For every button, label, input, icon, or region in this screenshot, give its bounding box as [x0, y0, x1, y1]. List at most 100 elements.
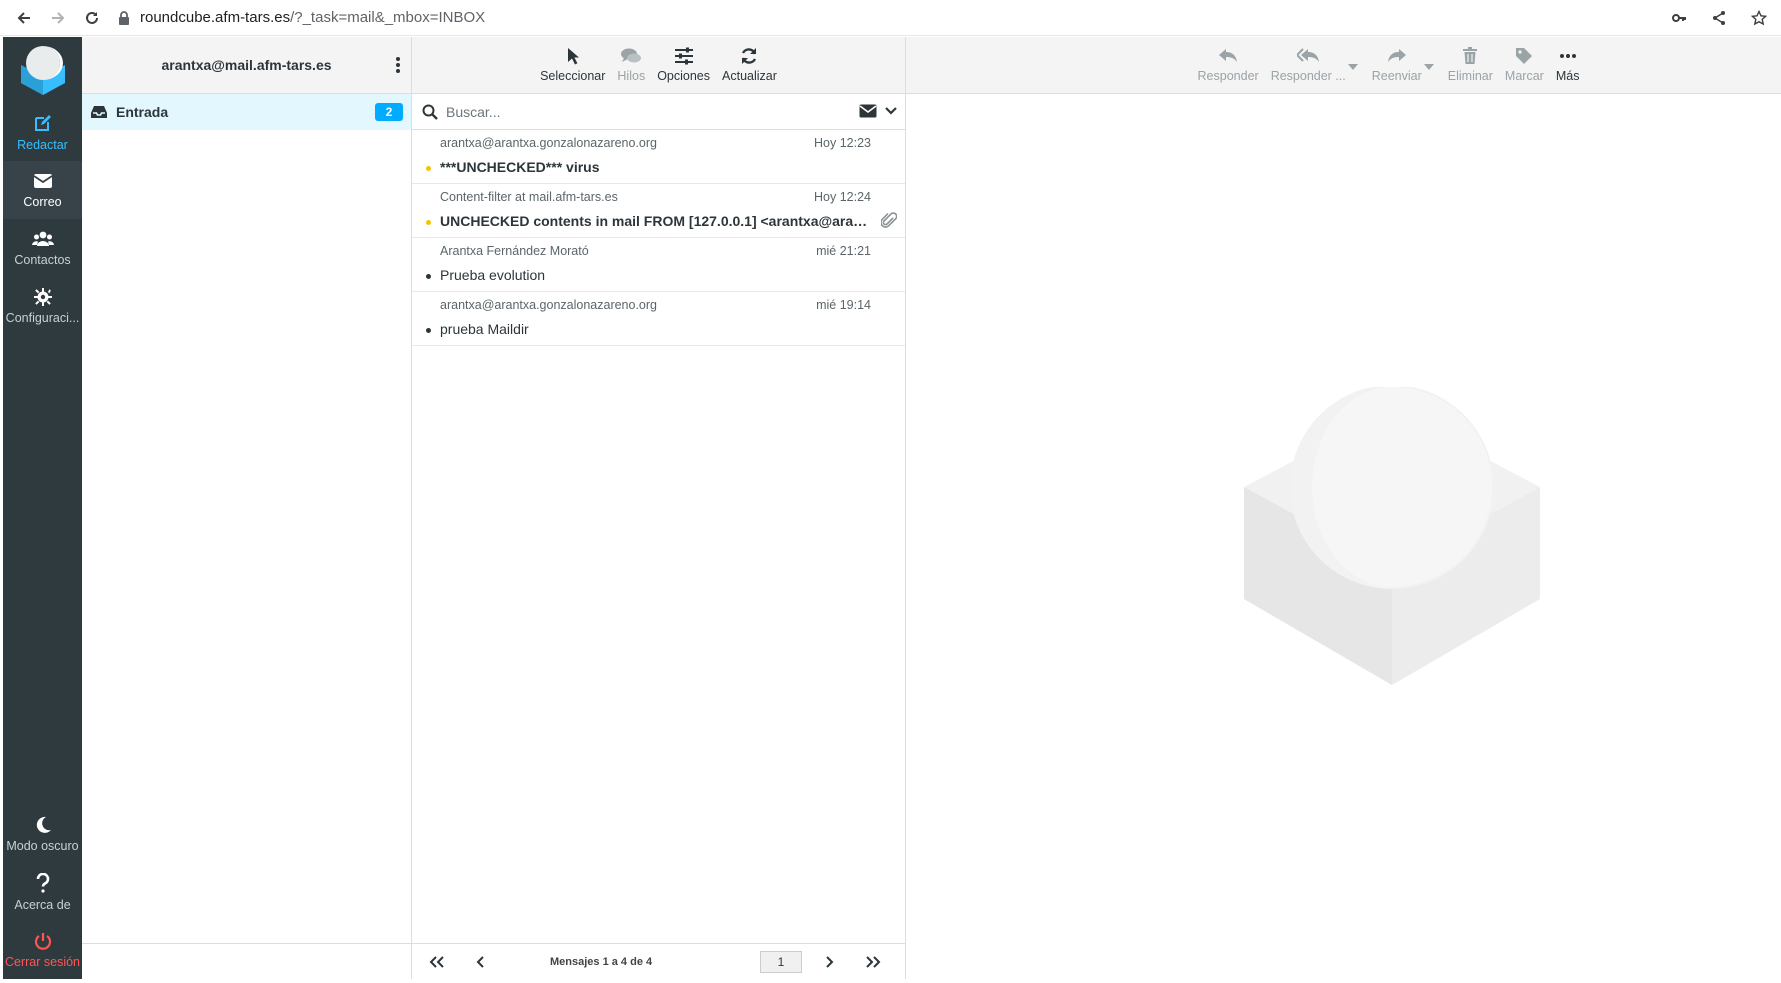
- forward-button[interactable]: Reenviar: [1366, 37, 1428, 93]
- message-list-pane: Seleccionar Hilos Opciones Actualizar Bu…: [412, 37, 906, 979]
- reply-all-label: Responder ...: [1270, 69, 1346, 83]
- message-subject: ***UNCHECKED*** virus: [440, 159, 600, 175]
- reload-button[interactable]: [78, 4, 106, 32]
- power-icon: [34, 932, 51, 950]
- message-sender: arantxa@arantxa.gonzalonazareno.org: [440, 136, 657, 150]
- sidebar-item-label: Acerca de: [14, 897, 71, 912]
- select-label: Seleccionar: [540, 69, 606, 83]
- share-icon: [1713, 11, 1725, 25]
- envelope-filter-icon[interactable]: [859, 104, 877, 118]
- envelope-icon: [33, 173, 52, 188]
- last-page-button[interactable]: [856, 945, 890, 979]
- select-button[interactable]: Seleccionar: [534, 37, 611, 93]
- message-content-pane: Responder Responder ... Reenviar Elimina…: [906, 37, 1781, 979]
- vertical-dots-icon[interactable]: [395, 55, 401, 75]
- url-host: roundcube.afm-tars.es: [140, 9, 291, 26]
- sidebar-item-mail[interactable]: Correo: [3, 161, 82, 219]
- share-button[interactable]: [1705, 4, 1733, 32]
- account-name: arantxa@mail.afm-tars.es: [161, 57, 332, 73]
- chevron-right-icon: [826, 955, 834, 968]
- forward-button[interactable]: [44, 4, 72, 32]
- reply-button[interactable]: Responder: [1192, 37, 1265, 93]
- search-bar: [412, 94, 905, 130]
- options-label: Opciones: [657, 69, 711, 83]
- unread-dot-icon[interactable]: [426, 166, 431, 171]
- forward-dropdown[interactable]: [1423, 37, 1434, 93]
- threads-button[interactable]: Hilos: [611, 37, 651, 93]
- pagination-bar: Mensajes 1 a 4 de 4 1: [412, 943, 905, 979]
- caret-down-icon: [1423, 64, 1434, 70]
- sidebar-item-label: Modo oscuro: [6, 838, 79, 853]
- sidebar-item-dark-mode[interactable]: Modo oscuro: [3, 805, 82, 863]
- star-icon: [1751, 10, 1767, 26]
- double-chevron-right-icon: [866, 955, 881, 968]
- options-button[interactable]: Opciones: [651, 37, 716, 93]
- reply-label: Responder: [1197, 69, 1259, 83]
- reply-all-button[interactable]: Responder ...: [1265, 37, 1352, 93]
- caret-down-icon: [1347, 64, 1358, 70]
- message-row[interactable]: arantxa@arantxa.gonzalonazareno.org mié …: [412, 292, 905, 346]
- read-dot-icon[interactable]: [426, 328, 431, 333]
- trash-icon: [1463, 47, 1478, 64]
- forward-icon: [1387, 49, 1406, 62]
- refresh-label: Actualizar: [722, 69, 777, 83]
- message-subject: UNCHECKED contents in mail FROM [127.0.0…: [440, 213, 870, 229]
- reply-all-dropdown[interactable]: [1347, 37, 1358, 93]
- roundcube-app: Redactar Correo Contactos Configuraci...…: [0, 37, 1781, 979]
- message-toolbar: Responder Responder ... Reenviar Elimina…: [906, 37, 1781, 94]
- mark-button[interactable]: Marcar: [1499, 37, 1550, 93]
- main-sidebar: Redactar Correo Contactos Configuraci...…: [3, 37, 82, 979]
- message-row[interactable]: Arantxa Fernández Morató mié 21:21 Prueb…: [412, 238, 905, 292]
- sidebar-item-label: Contactos: [14, 252, 71, 267]
- unread-count-badge: 2: [375, 103, 403, 121]
- roundcube-logo[interactable]: [3, 37, 82, 103]
- chevron-down-icon[interactable]: [885, 107, 897, 115]
- message-subject: Prueba evolution: [440, 267, 546, 283]
- forward-label: Reenviar: [1371, 69, 1422, 83]
- search-input[interactable]: [446, 103, 826, 120]
- folder-pane-header: arantxa@mail.afm-tars.es: [82, 37, 411, 94]
- prev-page-button[interactable]: [464, 945, 498, 979]
- tag-icon: [1516, 48, 1533, 64]
- threads-label: Hilos: [617, 69, 646, 83]
- message-subject: prueba Maildir: [440, 321, 529, 337]
- chevron-left-icon: [476, 955, 484, 968]
- question-icon: [36, 872, 49, 893]
- sidebar-item-label: Cerrar sesión: [4, 954, 81, 969]
- page-number-input[interactable]: 1: [760, 950, 802, 973]
- refresh-button[interactable]: Actualizar: [716, 37, 783, 93]
- folder-item-inbox[interactable]: Entrada 2: [82, 94, 411, 130]
- sidebar-item-label: Configuraci...: [5, 310, 80, 325]
- bookmark-button[interactable]: [1745, 4, 1773, 32]
- address-bar[interactable]: roundcube.afm-tars.es/?_task=mail&_mbox=…: [118, 4, 485, 32]
- list-toolbar: Seleccionar Hilos Opciones Actualizar: [412, 37, 905, 94]
- unread-dot-icon[interactable]: [426, 220, 431, 225]
- more-button[interactable]: Más: [1550, 37, 1586, 93]
- delete-button[interactable]: Eliminar: [1442, 37, 1499, 93]
- browser-toolbar: roundcube.afm-tars.es/?_task=mail&_mbox=…: [0, 0, 1781, 36]
- message-date: Hoy 12:23: [814, 136, 871, 150]
- sidebar-item-logout[interactable]: Cerrar sesión: [3, 921, 82, 979]
- comments-icon: [621, 48, 642, 63]
- back-button[interactable]: [10, 4, 38, 32]
- delete-label: Eliminar: [1447, 69, 1493, 83]
- message-date: mié 19:14: [816, 298, 871, 312]
- arrow-right-icon: [52, 11, 65, 24]
- message-row[interactable]: arantxa@arantxa.gonzalonazareno.org Hoy …: [412, 130, 905, 184]
- sidebar-item-about[interactable]: Acerca de: [3, 863, 82, 921]
- read-dot-icon[interactable]: [426, 274, 431, 279]
- url-path: /?_task=mail&_mbox=INBOX: [290, 9, 486, 26]
- sidebar-item-settings[interactable]: Configuraci...: [3, 277, 82, 335]
- first-page-button[interactable]: [420, 945, 454, 979]
- sidebar-item-compose[interactable]: Redactar: [3, 103, 82, 161]
- message-row[interactable]: Content-filter at mail.afm-tars.es Hoy 1…: [412, 184, 905, 238]
- sliders-icon: [674, 47, 693, 65]
- users-icon: [31, 231, 54, 246]
- sidebar-item-label: Correo: [23, 194, 62, 209]
- cursor-icon: [567, 48, 579, 65]
- sidebar-item-contacts[interactable]: Contactos: [3, 219, 82, 277]
- gear-icon: [33, 287, 52, 306]
- key-button[interactable]: [1665, 4, 1693, 32]
- next-page-button[interactable]: [812, 945, 846, 979]
- reply-icon: [1219, 49, 1238, 62]
